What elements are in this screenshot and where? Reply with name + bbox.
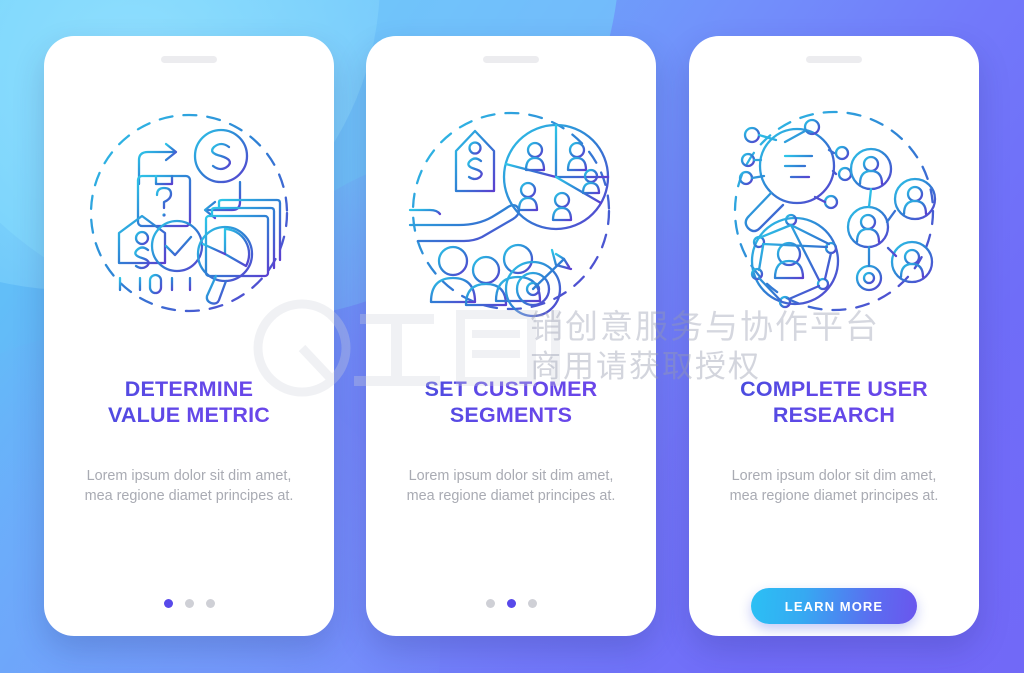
page-title: SET CUSTOMER SEGMENTS: [366, 376, 656, 428]
pagination-dot-1[interactable]: [485, 599, 495, 608]
pagination-dot-2[interactable]: [184, 599, 194, 608]
pagination-dots[interactable]: [366, 599, 656, 608]
phone-speaker-bar: [483, 56, 539, 63]
phone-speaker-bar: [806, 56, 862, 63]
page-title: DETERMINE VALUE METRIC: [44, 376, 334, 428]
page-title: COMPLETE USER RESEARCH: [689, 376, 979, 428]
phone-card-complete-user-research: COMPLETE USER RESEARCH Lorem ipsum dolor…: [689, 36, 979, 636]
pagination-dots[interactable]: [44, 599, 334, 608]
pagination-dot-2[interactable]: [506, 599, 516, 608]
page-body-text: Lorem ipsum dolor sit dim amet, mea regi…: [406, 468, 616, 505]
phone-card-determine-value-metric: DETERMINE VALUE METRIC Lorem ipsum dolor…: [44, 36, 334, 636]
customer-segments-illustration: [396, 98, 626, 328]
onboarding-screens-artboard: DETERMINE VALUE METRIC Lorem ipsum dolor…: [0, 0, 1024, 673]
pagination-dot-3[interactable]: [205, 599, 215, 608]
learn-more-button[interactable]: LEARN MORE: [751, 588, 917, 624]
pagination-dot-1[interactable]: [163, 599, 173, 608]
page-title-line-1: COMPLETE USER: [740, 377, 928, 401]
pagination-dot-3[interactable]: [527, 599, 537, 608]
page-body-text: Lorem ipsum dolor sit dim amet, mea regi…: [729, 468, 939, 505]
phone-speaker-bar: [161, 56, 217, 63]
page-body-text: Lorem ipsum dolor sit dim amet, mea regi…: [84, 468, 294, 505]
page-title-line-2: RESEARCH: [772, 403, 896, 428]
page-title-line-1: SET CUSTOMER: [424, 377, 598, 401]
value-metric-illustration: [74, 98, 304, 328]
phone-card-set-customer-segments: SET CUSTOMER SEGMENTS Lorem ipsum dolor …: [366, 36, 656, 636]
page-title-line-2: VALUE METRIC: [107, 403, 271, 428]
user-research-illustration: [719, 98, 949, 328]
page-title-line-1: DETERMINE: [124, 377, 254, 401]
page-title-line-2: SEGMENTS: [449, 403, 573, 428]
